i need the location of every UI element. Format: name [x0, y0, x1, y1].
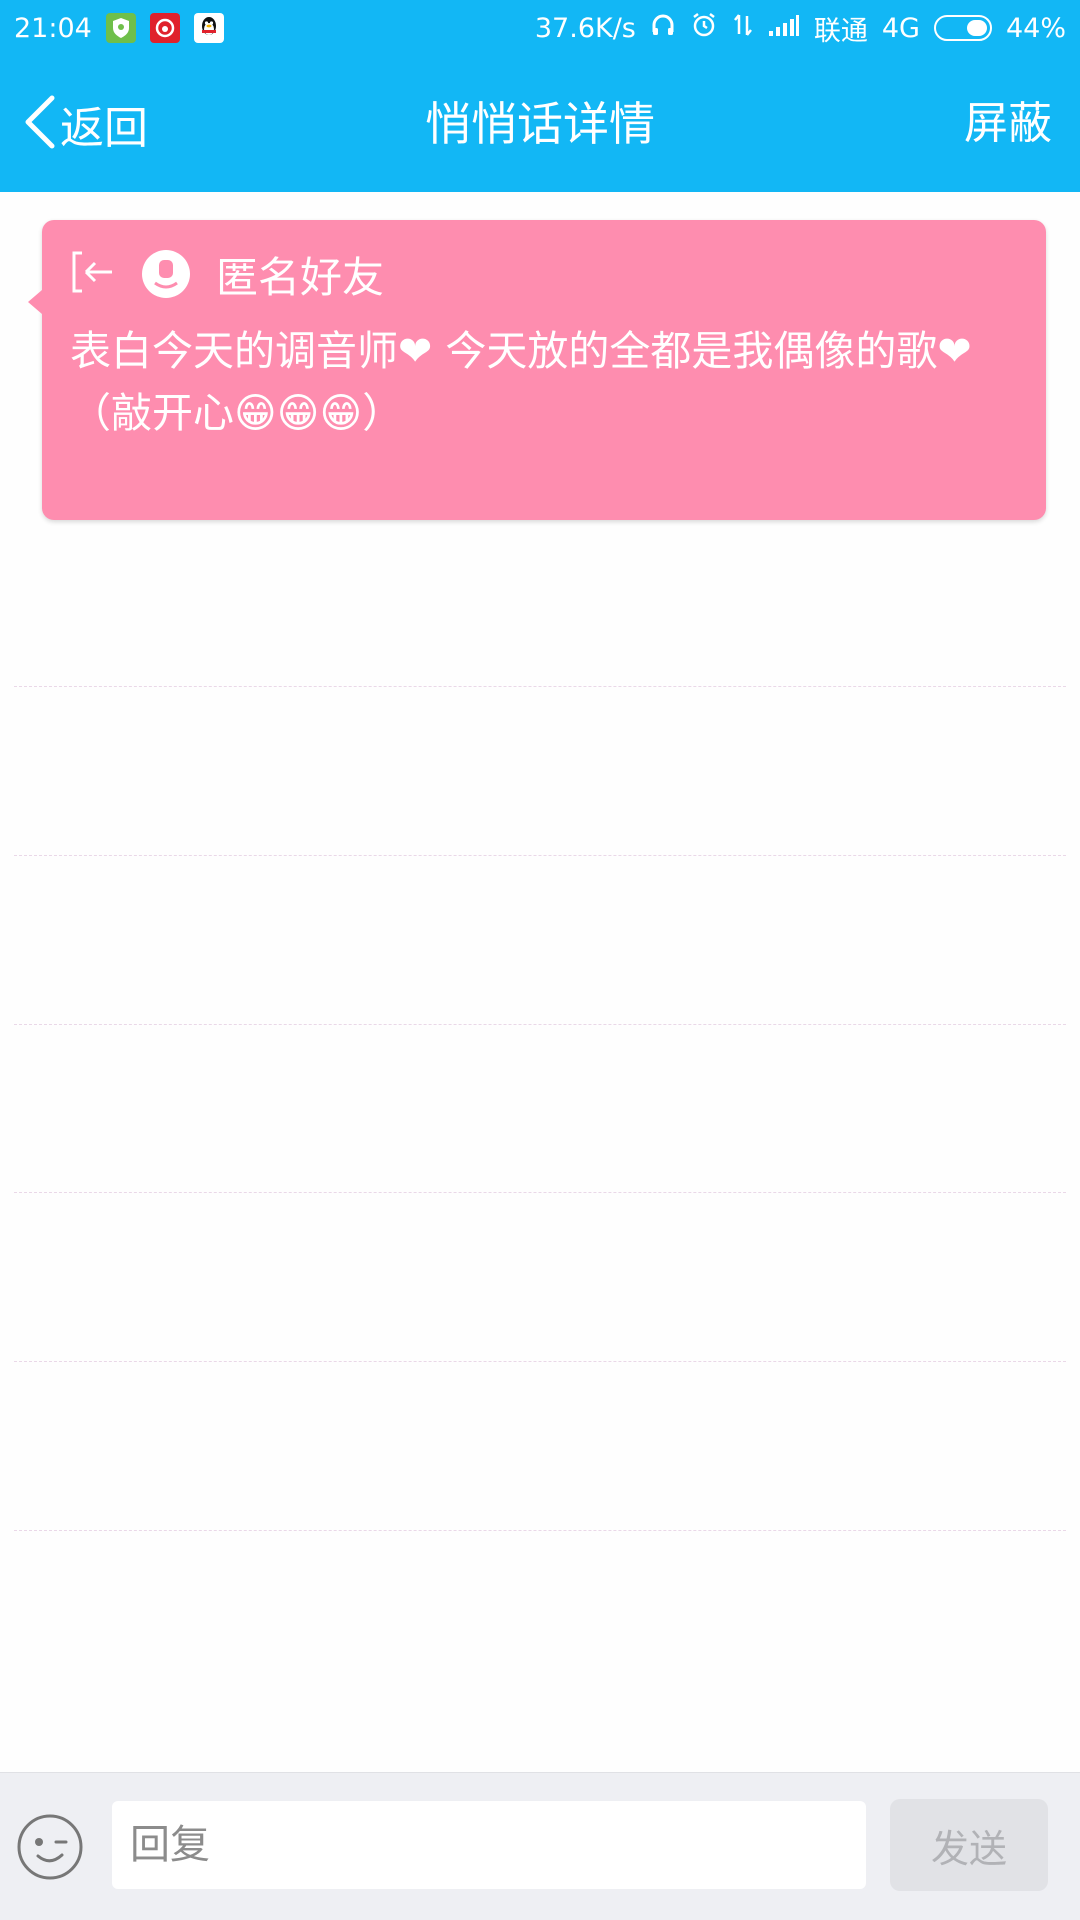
screen: 21:04 37.6K/s 联通 4G 44% 返回 悄悄话详情 屏蔽 匿名好友…: [0, 0, 1080, 1920]
avatar: [142, 250, 190, 298]
ruled-line: [14, 855, 1066, 856]
reply-input[interactable]: [112, 1801, 866, 1889]
netease-music-icon: [149, 13, 180, 43]
emoji-button[interactable]: [16, 1813, 84, 1881]
block-button[interactable]: 屏蔽: [964, 94, 1052, 154]
note-card: 匿名好友 表白今天的调音师❤ 今天放的全都是我偶像的歌❤ （敲开心😁😁😁）: [28, 220, 1046, 520]
send-button[interactable]: 发送: [890, 1799, 1048, 1891]
ruled-line: [14, 1192, 1066, 1193]
ruled-line: [14, 1530, 1066, 1531]
headphones-icon: [650, 12, 676, 45]
carrier: 联通: [813, 15, 868, 47]
note-notch: [28, 290, 42, 314]
content-area: 匿名好友 表白今天的调音师❤ 今天放的全都是我偶像的歌❤ （敲开心😁😁😁）: [0, 192, 1080, 1772]
battery-fill: [966, 20, 987, 36]
network-type: 4G: [881, 12, 920, 44]
signal-icon: [768, 13, 800, 44]
ruled-line: [14, 1361, 1066, 1362]
wink-face-icon: [16, 1814, 84, 1885]
shield-app-icon: [105, 13, 136, 43]
network-speed: 37.6K/s: [534, 12, 636, 44]
sender-name: 匿名好友: [216, 252, 385, 302]
status-left: 21:04: [14, 13, 224, 44]
reply-bar: 发送: [0, 1772, 1080, 1920]
battery-icon: [933, 15, 992, 41]
status-time: 21:04: [14, 12, 92, 44]
qq-penguin-icon: [193, 13, 224, 43]
note-message: 表白今天的调音师❤ 今天放的全都是我偶像的歌❤ （敲开心😁😁😁）: [70, 327, 972, 437]
alarm-icon: [690, 11, 718, 46]
note-header: 匿名好友: [70, 246, 384, 302]
battery-percent: 44%: [1005, 12, 1066, 44]
ruled-line: [14, 1024, 1066, 1025]
data-arrows-icon: [732, 12, 754, 45]
status-bar: 21:04 37.6K/s 联通 4G 44%: [0, 0, 1080, 56]
ruled-line: [14, 686, 1066, 687]
title-bar: 返回 悄悄话详情 屏蔽: [0, 56, 1080, 192]
page-title: 悄悄话详情: [425, 97, 655, 151]
status-right: 37.6K/s 联通 4G 44%: [535, 9, 1066, 48]
exit-arrow-icon: [70, 249, 116, 299]
